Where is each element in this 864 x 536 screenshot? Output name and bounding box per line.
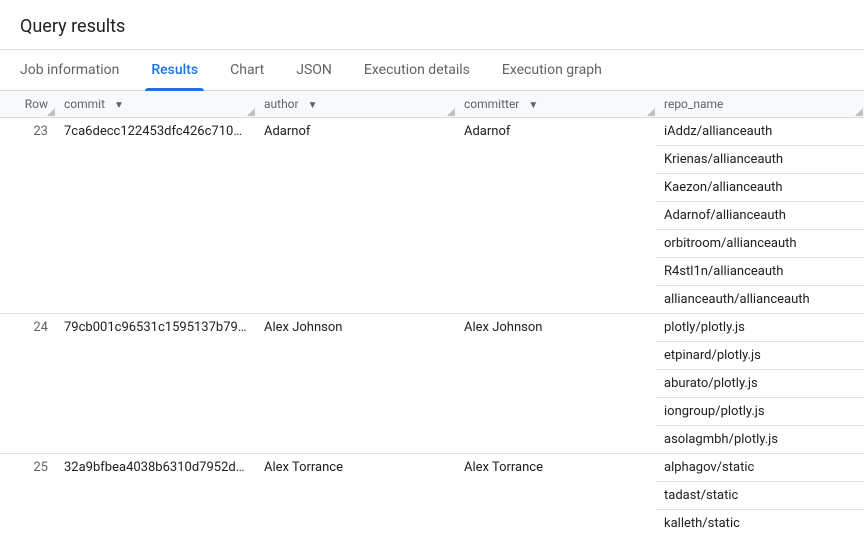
tab-chart[interactable]: Chart — [230, 50, 264, 90]
cell-author: Alex Johnson — [256, 314, 456, 454]
tab-execution-graph[interactable]: Execution graph — [502, 50, 602, 90]
cell-author: Alex Torrance — [256, 454, 456, 536]
tab-results[interactable]: Results — [151, 50, 198, 90]
cell-commit: 32a9bfbea4038b6310d7952d1... — [56, 454, 256, 536]
tabs: Job information Results Chart JSON Execu… — [0, 50, 864, 91]
cell-repo-name: alphagov/static — [656, 454, 864, 482]
resize-handle[interactable] — [446, 91, 456, 117]
cell-repo-name: etpinard/plotly.js — [656, 342, 864, 370]
col-header-repo-name[interactable]: repo_name — [656, 91, 864, 118]
cell-repo-name: Kaezon/allianceauth — [656, 174, 864, 202]
table-row[interactable]: 2532a9bfbea4038b6310d7952d1...Alex Torra… — [0, 454, 864, 482]
cell-committer: Alex Torrance — [456, 454, 656, 536]
cell-commit: 7ca6decc122453dfc426c710c9... — [56, 118, 256, 314]
cell-repo-name: Adarnof/allianceauth — [656, 202, 864, 230]
table-row[interactable]: 237ca6decc122453dfc426c710c9...AdarnofAd… — [0, 118, 864, 146]
results-table: Row commit ▼ author ▼ — [0, 91, 864, 536]
cell-rownum: 23 — [0, 118, 56, 314]
cell-commit: 79cb001c96531c1595137b79b... — [56, 314, 256, 454]
col-header-row[interactable]: Row — [0, 91, 56, 118]
col-label: author — [264, 97, 299, 111]
col-label: commit — [64, 97, 105, 111]
cell-committer: Adarnof — [456, 118, 656, 314]
results-table-wrap[interactable]: Row commit ▼ author ▼ — [0, 91, 864, 536]
col-header-author[interactable]: author ▼ — [256, 91, 456, 118]
cell-committer: Alex Johnson — [456, 314, 656, 454]
cell-repo-name: kalleth/static — [656, 510, 864, 536]
cell-repo-name: Krienas/allianceauth — [656, 146, 864, 174]
cell-repo-name: R4stl1n/allianceauth — [656, 258, 864, 286]
resize-handle[interactable] — [854, 91, 864, 117]
sort-icon[interactable]: ▼ — [528, 100, 538, 111]
tab-execution-details[interactable]: Execution details — [364, 50, 470, 90]
cell-repo-name: orbitroom/allianceauth — [656, 230, 864, 258]
col-label: Row — [25, 97, 48, 111]
cell-repo-name: iAddz/allianceauth — [656, 118, 864, 146]
page-title: Query results — [20, 16, 844, 37]
resize-handle[interactable] — [246, 91, 256, 117]
cell-repo-name: allianceauth/allianceauth — [656, 286, 864, 314]
cell-repo-name: aburato/plotly.js — [656, 370, 864, 398]
cell-repo-name: asolagmbh/plotly.js — [656, 426, 864, 454]
resize-handle[interactable] — [46, 91, 56, 117]
col-label: committer — [464, 97, 519, 111]
tab-job-information[interactable]: Job information — [20, 50, 119, 90]
cell-rownum: 25 — [0, 454, 56, 536]
sort-icon[interactable]: ▼ — [308, 100, 318, 111]
table-row[interactable]: 2479cb001c96531c1595137b79b...Alex Johns… — [0, 314, 864, 342]
cell-author: Adarnof — [256, 118, 456, 314]
col-header-commit[interactable]: commit ▼ — [56, 91, 256, 118]
table-body: 237ca6decc122453dfc426c710c9...AdarnofAd… — [0, 118, 864, 536]
sort-icon[interactable]: ▼ — [114, 100, 124, 111]
cell-repo-name: tadast/static — [656, 482, 864, 510]
tab-json[interactable]: JSON — [296, 50, 332, 90]
cell-repo-name: plotly/plotly.js — [656, 314, 864, 342]
header: Query results — [0, 0, 864, 50]
cell-rownum: 24 — [0, 314, 56, 454]
cell-repo-name: iongroup/plotly.js — [656, 398, 864, 426]
col-label: repo_name — [664, 97, 723, 111]
resize-handle[interactable] — [646, 91, 656, 117]
col-header-committer[interactable]: committer ▼ — [456, 91, 656, 118]
